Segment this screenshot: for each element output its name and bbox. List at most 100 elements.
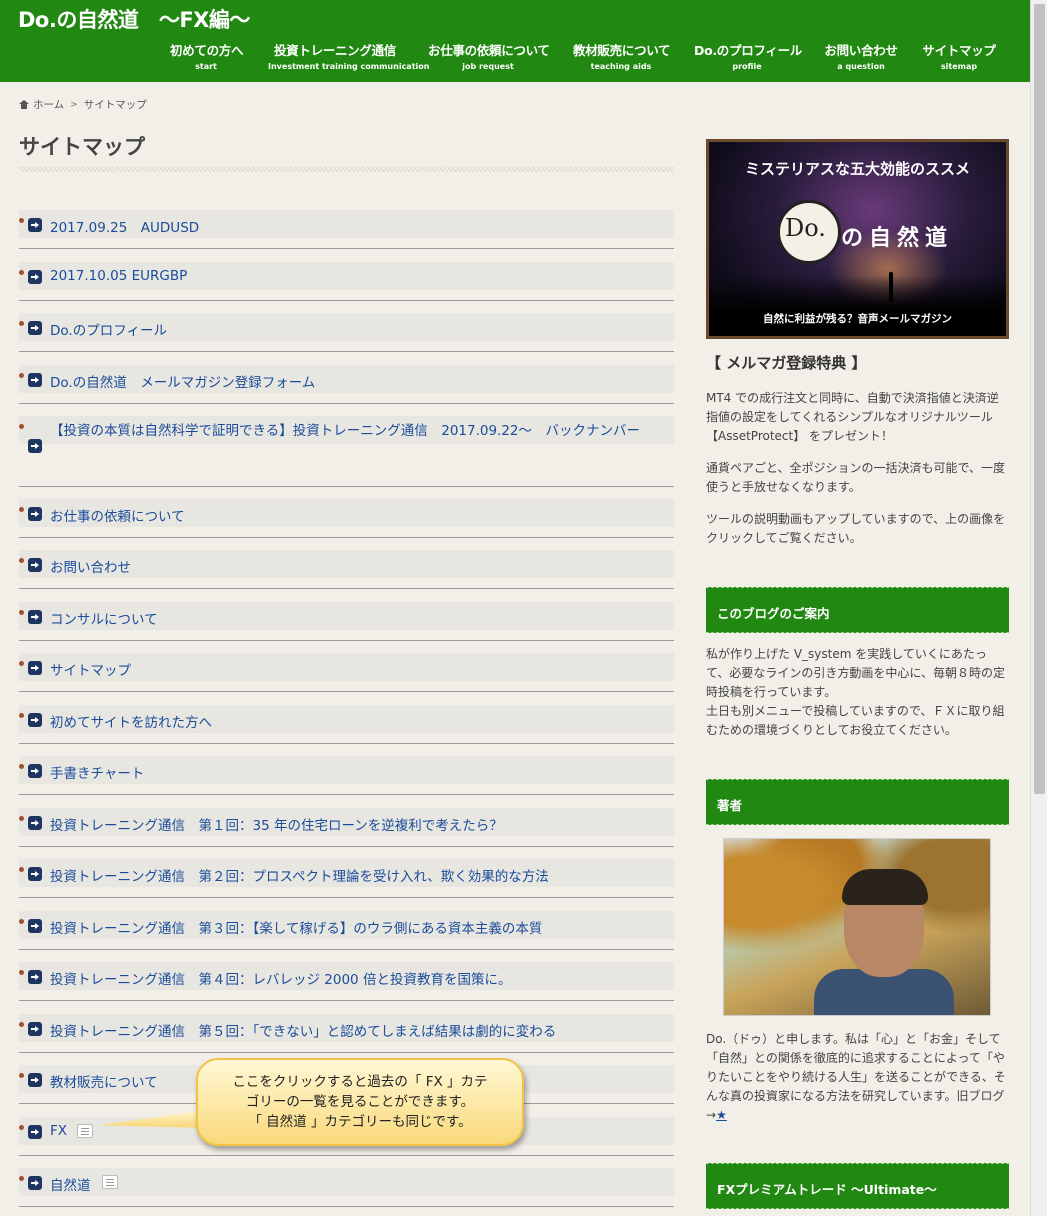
site-header: Do.の自然道 ～FX編～ 初めての方へ start 投資トレーニング通信 In… [0, 0, 1030, 82]
nav-item-teaching-aids[interactable]: 教材販売について teaching aids [573, 40, 671, 71]
list-item[interactable]: 初めてサイトを訪れた方へ [19, 705, 674, 744]
item-divider [19, 794, 674, 795]
item-link[interactable]: 投資トレーニング通信 第５回：「できない」と認めてしまえば結果は劇的に変わる [50, 1020, 556, 1040]
main-nav: 初めての方へ start 投資トレーニング通信 Investment train… [0, 40, 1030, 72]
bullet-dot [19, 661, 24, 666]
arrow-right-icon [28, 867, 42, 881]
list-item[interactable]: Do.の自然道 メールマガジン登録フォーム [19, 365, 674, 404]
melmaga-banner[interactable]: ミステリアスな五大効能のススメ Do. の自然道 自然に利益が残る？音声メールマ… [706, 139, 1009, 339]
nav-item-question[interactable]: お問い合わせ a question [824, 40, 898, 71]
nav-sublabel: sitemap [940, 62, 978, 71]
list-item[interactable]: 手書きチャート [19, 756, 674, 795]
list-item[interactable]: 2017.10.05 EURGBP [19, 262, 674, 301]
title-divider [19, 167, 674, 172]
arrow-right-icon [28, 270, 42, 284]
old-blog-link[interactable]: ★ [716, 1108, 727, 1122]
item-divider [19, 1052, 674, 1053]
callout-line: ここをクリックすると過去の「 FX 」カテ [232, 1074, 488, 1090]
list-item[interactable]: 投資トレーニング通信 第３回：【楽して稼げる】のウラ側にある資本主義の本質 [19, 911, 674, 950]
list-item[interactable]: お仕事の依頼について [19, 499, 674, 538]
item-link[interactable]: 【投資の本質は自然科学で証明できる】投資トレーニング通信 2017.09.22～… [50, 420, 665, 442]
item-link[interactable]: お仕事の依頼について [50, 505, 185, 525]
nav-label: お仕事の依頼について [428, 43, 550, 58]
bullet-dot [19, 867, 24, 872]
list-item[interactable]: 投資トレーニング通信 第４回：レバレッジ 2000 倍と投資教育を国策に。 [19, 962, 674, 1001]
site-title[interactable]: Do.の自然道 ～FX編～ [18, 4, 250, 34]
item-link[interactable]: コンサルについて [50, 608, 158, 628]
nav-sublabel: a question [837, 62, 885, 71]
arrow-right-icon [28, 764, 42, 778]
nav-sublabel: profile [732, 62, 762, 71]
breadcrumb-home[interactable]: ホーム [33, 97, 64, 112]
arrow-right-icon [28, 373, 42, 387]
nav-item-training[interactable]: 投資トレーニング通信 Investment training communica… [268, 40, 429, 71]
list-item[interactable]: Do.のプロフィール [19, 313, 674, 352]
item-link[interactable]: お問い合わせ [50, 556, 131, 576]
item-link[interactable]: Do.の自然道 メールマガジン登録フォーム [50, 371, 315, 391]
item-divider [19, 846, 674, 847]
list-item[interactable]: 投資トレーニング通信 第５回：「できない」と認めてしまえば結果は劇的に変わる [19, 1014, 674, 1053]
bullet-dot [19, 764, 24, 769]
item-link[interactable]: 2017.09.25 AUDUSD [50, 216, 199, 236]
bullet-dot [19, 1073, 24, 1078]
blog-guide-heading: このブログのご案内 [706, 587, 1009, 633]
bullet-dot [19, 373, 24, 378]
item-divider [19, 248, 674, 249]
list-item[interactable]: 2017.09.25 AUDUSD [19, 210, 674, 249]
item-link[interactable]: 投資トレーニング通信 第３回：【楽して稼げる】のウラ側にある資本主義の本質 [50, 917, 542, 937]
item-divider [19, 1155, 674, 1156]
category-link-fx[interactable]: FX [50, 1123, 67, 1139]
item-divider [19, 949, 674, 950]
item-link[interactable]: サイトマップ [50, 659, 131, 679]
item-link[interactable]: 投資トレーニング通信 第２回：プロスペクト理論を受け入れ、欺く効果的な方法 [50, 865, 549, 885]
arrow-right-icon [28, 218, 42, 232]
nav-label: お問い合わせ [824, 43, 898, 58]
item-link[interactable]: 手書きチャート [50, 762, 144, 782]
arrow-right-icon [28, 558, 42, 572]
nav-item-start[interactable]: 初めての方へ start [170, 40, 244, 71]
arrow-right-icon [28, 816, 42, 830]
bullet-dot [19, 713, 24, 718]
item-divider [19, 1000, 674, 1001]
photo-hair [842, 869, 928, 905]
item-link[interactable]: 教材販売について [50, 1071, 158, 1091]
list-item[interactable]: 投資トレーニング通信 第１回：35 年の住宅ローンを逆複利で考えたら？ [19, 808, 674, 847]
nav-item-profile[interactable]: Do.のプロフィール profile [694, 40, 802, 71]
home-icon [19, 100, 29, 109]
arrow-right-icon [28, 321, 42, 335]
bullet-dot [19, 970, 24, 975]
item-link[interactable]: Do.のプロフィール [50, 319, 167, 339]
author-bio: Do.（ドゥ）と申します。私は「心」と「お金」そして「自然」との関係を徹底的に追… [706, 1032, 1006, 1122]
item-divider [19, 588, 674, 589]
item-link[interactable]: 投資トレーニング通信 第４回：レバレッジ 2000 倍と投資教育を国策に。 [50, 968, 511, 988]
item-divider [19, 403, 674, 404]
category-link-shizendo[interactable]: 自然道 [50, 1174, 91, 1194]
vertical-scrollbar[interactable] [1030, 0, 1047, 1216]
nav-item-job-request[interactable]: お仕事の依頼について job request [428, 40, 550, 71]
list-item-category-shizendo[interactable]: 自然道 [19, 1168, 674, 1207]
scrollbar-thumb[interactable] [1034, 4, 1045, 794]
category-list-icon[interactable] [102, 1175, 118, 1189]
item-link[interactable]: 初めてサイトを訪れた方へ [50, 711, 212, 731]
banner-footer: 自然に利益が残る？音声メールマガジン [763, 313, 952, 325]
melmaga-heading: 【 メルマガ登録特典 】 [706, 354, 867, 372]
arrow-right-icon [28, 1022, 42, 1036]
bullet-dot [19, 816, 24, 821]
list-item[interactable]: コンサルについて [19, 602, 674, 641]
banner-logo-name: の自然道 [841, 225, 954, 251]
item-divider [19, 743, 674, 744]
list-item[interactable]: 投資トレーニング通信 第２回：プロスペクト理論を受け入れ、欺く効果的な方法 [19, 859, 674, 898]
list-item[interactable]: サイトマップ [19, 653, 674, 692]
bullet-dot [19, 610, 24, 615]
list-item[interactable]: お問い合わせ [19, 550, 674, 589]
category-list-icon[interactable] [77, 1124, 93, 1138]
arrow-right-icon [28, 507, 42, 521]
list-item[interactable]: 【投資の本質は自然科学で証明できる】投資トレーニング通信 2017.09.22～… [19, 416, 674, 487]
nav-item-sitemap[interactable]: サイトマップ sitemap [922, 40, 996, 71]
item-divider [19, 351, 674, 352]
item-link[interactable]: 投資トレーニング通信 第１回：35 年の住宅ローンを逆複利で考えたら？ [50, 814, 503, 834]
nav-label: 投資トレーニング通信 [273, 43, 396, 58]
item-divider [19, 691, 674, 692]
item-link[interactable]: 2017.10.05 EURGBP [50, 268, 187, 284]
bullet-dot [19, 919, 24, 924]
